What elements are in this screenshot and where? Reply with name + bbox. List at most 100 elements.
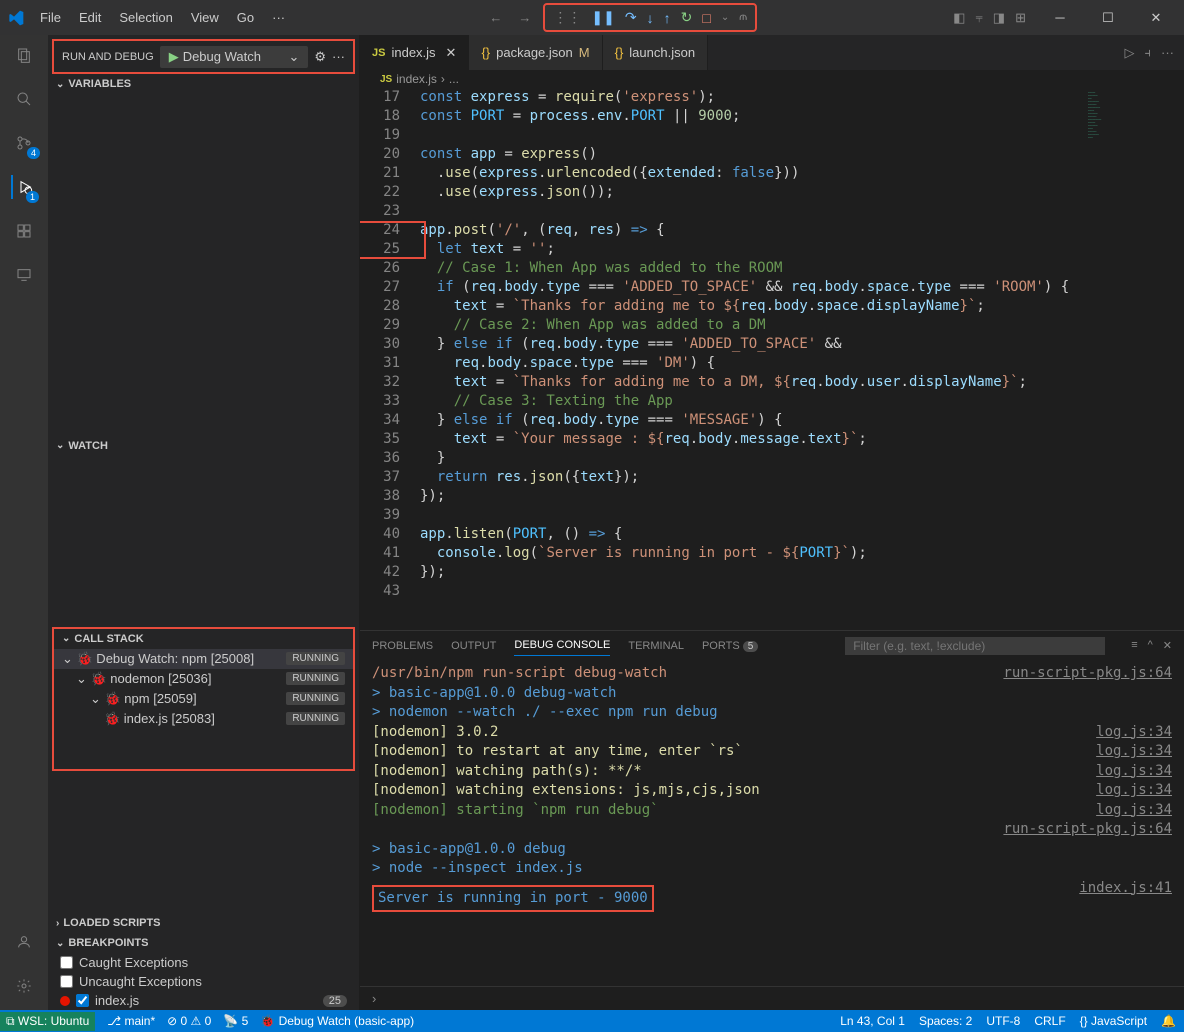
panel-maximize-icon[interactable]: ^ (1148, 639, 1153, 652)
menu-edit[interactable]: Edit (71, 6, 109, 29)
minimize-icon[interactable]: ─ (1040, 4, 1080, 32)
tab-launch-json[interactable]: {}launch.json (603, 35, 708, 70)
callstack-row[interactable]: 🐞 index.js [25083]RUNNING (54, 709, 353, 729)
layout-bottom-icon[interactable]: ⫧ (975, 10, 982, 26)
editor-tabs: JSindex.js✕{}package.jsonM{}launch.json … (360, 35, 1184, 70)
panel-tab-output[interactable]: OUTPUT (451, 636, 496, 656)
console-input[interactable]: › (360, 986, 1184, 1010)
console-filter-input[interactable] (845, 637, 1105, 655)
uncaught-checkbox[interactable] (60, 975, 73, 988)
console-source-link[interactable]: index.js:41 (1079, 879, 1172, 913)
stop-icon[interactable]: □ (702, 10, 710, 26)
console-line: /usr/bin/npm run-script debug-watchrun-s… (372, 664, 1172, 684)
bp-file-checkbox[interactable] (76, 994, 89, 1007)
debug-config-name: Debug Watch (183, 49, 261, 64)
console-source-link[interactable]: run-script-pkg.js:64 (1003, 820, 1172, 840)
code-editor[interactable]: 1718192021222324252627282930313233343536… (360, 88, 1184, 630)
pause-icon[interactable]: ❚❚ (591, 9, 614, 26)
settings-gear-icon[interactable] (12, 974, 36, 998)
language-mode[interactable]: {} JavaScript (1080, 1014, 1147, 1028)
debug-console[interactable]: /usr/bin/npm run-script debug-watchrun-s… (360, 660, 1184, 986)
callstack-row[interactable]: ⌄ 🐞 npm [25059]RUNNING (54, 689, 353, 709)
minimap[interactable]: ▬▬▬▬▬▬▬▬▬▬▬▬▬▬▬▬▬▬▬▬▬▬▬▬▬▬▬▬▬▬▬▬▬▬▬▬▬▬▬▬… (1084, 88, 1184, 630)
console-line: run-script-pkg.js:64 (372, 820, 1172, 840)
chevron-down-icon[interactable]: ⌄ (288, 49, 299, 65)
watch-section-header[interactable]: ⌄WATCH (48, 436, 359, 456)
console-line: [nodemon] starting `npm run debug`log.js… (372, 801, 1172, 821)
notifications-icon[interactable]: 🔔 (1161, 1014, 1176, 1028)
run-debug-icon[interactable]: 1 (11, 175, 35, 199)
panel-tab-debug-console[interactable]: DEBUG CONSOLE (514, 635, 610, 656)
console-line: > basic-app@1.0.0 debug (372, 840, 1172, 860)
git-branch[interactable]: ⎇ main* (107, 1014, 155, 1028)
menu-file[interactable]: File (32, 6, 69, 29)
cursor-position[interactable]: Ln 43, Col 1 (840, 1014, 905, 1028)
account-icon[interactable] (12, 930, 36, 954)
callstack-section-header[interactable]: ⌄CALL STACK (54, 629, 353, 649)
loaded-scripts-header[interactable]: ›LOADED SCRIPTS (48, 913, 359, 933)
panel-collapse-icon[interactable]: ≡ (1131, 639, 1137, 652)
indentation[interactable]: Spaces: 2 (919, 1014, 972, 1028)
ports-status[interactable]: 📡 5 (223, 1014, 248, 1028)
caught-exceptions-row[interactable]: Caught Exceptions (48, 953, 359, 972)
panel-close-icon[interactable]: ✕ (1163, 639, 1172, 652)
debug-extra-icon[interactable]: ⫙ (739, 11, 747, 24)
panel-tab-ports[interactable]: PORTS 5 (702, 636, 758, 656)
explorer-icon[interactable] (12, 43, 36, 67)
panel-tab-problems[interactable]: PROBLEMS (372, 636, 433, 656)
debug-config-selector[interactable]: ▶ Debug Watch ⌄ (160, 46, 309, 68)
extensions-icon[interactable] (12, 219, 36, 243)
problems-status[interactable]: ⊘ 0 ⚠ 0 (167, 1014, 211, 1028)
menu-go[interactable]: Go (229, 6, 262, 29)
menu-view[interactable]: View (183, 6, 227, 29)
more-icon[interactable]: ··· (1161, 45, 1174, 60)
console-source-link[interactable]: log.js:34 (1096, 781, 1172, 801)
close-icon[interactable]: ✕ (1136, 4, 1176, 32)
encoding[interactable]: UTF-8 (986, 1014, 1020, 1028)
breadcrumb[interactable]: JS index.js › ... (360, 70, 1184, 88)
step-over-icon[interactable]: ↷ (625, 9, 637, 26)
console-source-link[interactable]: log.js:34 (1096, 742, 1172, 762)
editor-area: JSindex.js✕{}package.jsonM{}launch.json … (360, 35, 1184, 1010)
nav-back-icon[interactable]: ← (489, 10, 502, 25)
callstack-row[interactable]: ⌄ 🐞 Debug Watch: npm [25008]RUNNING (54, 649, 353, 669)
layout-left-icon[interactable]: ◧ (953, 10, 965, 26)
debug-dropdown-icon[interactable]: ⌄ (721, 12, 729, 23)
split-icon[interactable]: ⫞ (1145, 45, 1152, 61)
run-icon[interactable]: ▷ (1125, 45, 1135, 61)
variables-section-header[interactable]: ⌄VARIABLES (48, 74, 359, 94)
layout-grid-icon[interactable]: ⊞ (1015, 10, 1026, 26)
search-icon[interactable] (12, 87, 36, 111)
restart-icon[interactable]: ↻ (681, 9, 693, 26)
menu-selection[interactable]: Selection (111, 6, 180, 29)
console-source-link[interactable]: log.js:34 (1096, 762, 1172, 782)
caught-checkbox[interactable] (60, 956, 73, 969)
breakpoint-file-row[interactable]: index.js25 (48, 991, 359, 1010)
tab-index-js[interactable]: JSindex.js✕ (360, 35, 469, 70)
step-out-icon[interactable]: ↑ (664, 10, 671, 26)
step-into-icon[interactable]: ↓ (647, 10, 654, 26)
console-source-link[interactable]: log.js:34 (1096, 723, 1172, 743)
debug-status[interactable]: 🐞 Debug Watch (basic-app) (260, 1014, 414, 1028)
tab-close-icon[interactable]: ✕ (446, 45, 457, 61)
console-source-link[interactable]: log.js:34 (1096, 801, 1172, 821)
eol[interactable]: CRLF (1034, 1014, 1065, 1028)
uncaught-exceptions-row[interactable]: Uncaught Exceptions (48, 972, 359, 991)
start-debug-icon[interactable]: ▶ (169, 49, 179, 65)
layout-right-icon[interactable]: ◨ (993, 10, 1005, 26)
more-icon[interactable]: ··· (332, 49, 345, 64)
vscode-logo-icon (8, 10, 24, 26)
maximize-icon[interactable]: ☐ (1088, 4, 1128, 32)
source-control-icon[interactable]: 4 (12, 131, 36, 155)
tab-package-json[interactable]: {}package.jsonM (469, 35, 602, 70)
nav-forward-icon[interactable]: → (518, 10, 531, 25)
panel-tab-terminal[interactable]: TERMINAL (628, 636, 684, 656)
drag-handle-icon[interactable]: ⋮⋮ (553, 9, 581, 26)
console-source-link[interactable]: run-script-pkg.js:64 (1003, 664, 1172, 684)
debug-settings-icon[interactable]: ⚙ (314, 49, 326, 65)
breakpoints-section-header[interactable]: ⌄BREAKPOINTS (48, 933, 359, 953)
menu-···[interactable]: ··· (264, 6, 293, 29)
remote-indicator[interactable]: ⧉ WSL: Ubuntu (0, 1012, 95, 1031)
remote-explorer-icon[interactable] (12, 263, 36, 287)
callstack-row[interactable]: ⌄ 🐞 nodemon [25036]RUNNING (54, 669, 353, 689)
